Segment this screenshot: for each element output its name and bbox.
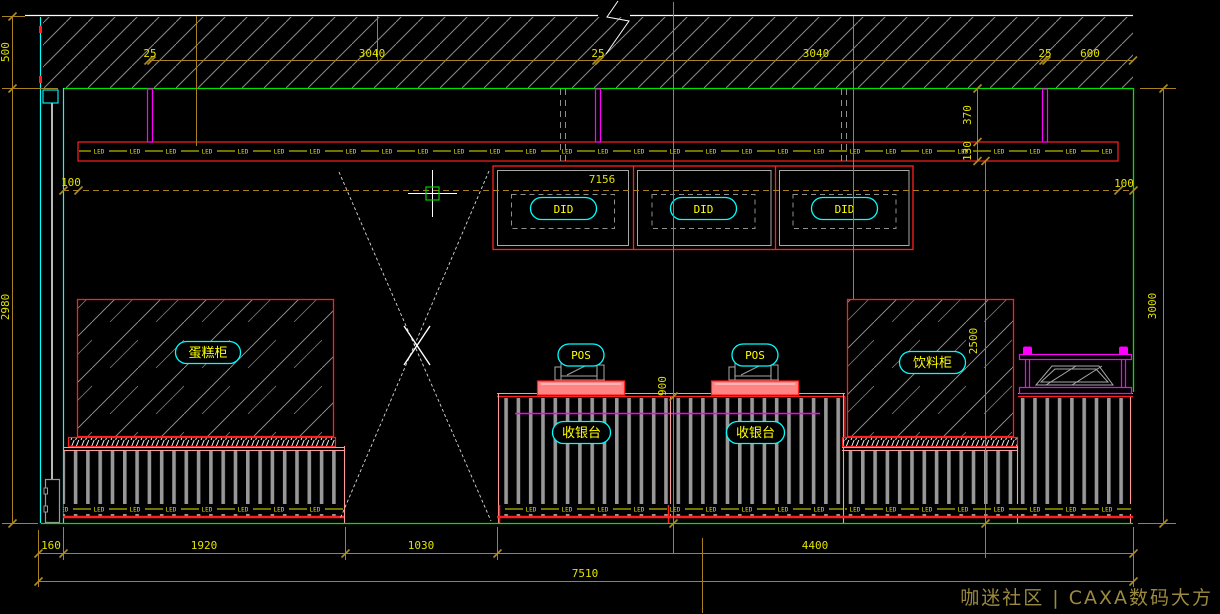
glass-display-case[interactable] bbox=[1020, 347, 1132, 394]
passage-cross-brace[interactable] bbox=[339, 171, 491, 521]
left-wall[interactable] bbox=[39, 17, 64, 523]
did-signage[interactable]: DID DID DID 7156 bbox=[493, 166, 913, 250]
dim-top-2: 25 bbox=[591, 47, 604, 60]
dim-case-height: 2500 bbox=[967, 328, 980, 355]
watermark: 咖迷社区 | CAXA数码大方 bbox=[960, 587, 1213, 609]
pos-station[interactable]: POS bbox=[712, 344, 799, 395]
pos-pedestal bbox=[712, 381, 799, 395]
pos-pedestal bbox=[538, 381, 625, 395]
counter-top-hatch bbox=[843, 438, 1018, 447]
dim-drop: 370 bbox=[961, 105, 974, 125]
dim-offset-left: 100 bbox=[61, 176, 81, 189]
did-label: DID bbox=[554, 203, 574, 216]
pos-label: POS bbox=[745, 349, 765, 362]
cashier-label: 收银台 bbox=[736, 426, 775, 441]
pos-station[interactable]: POS bbox=[538, 344, 625, 395]
elevation-drawing: LED LED bbox=[0, 0, 1220, 614]
hanger-post bbox=[596, 89, 601, 142]
cake-cabinet[interactable]: 蛋糕柜 bbox=[63, 300, 345, 524]
drink-cabinet[interactable]: 饮料柜 bbox=[842, 300, 1018, 524]
dim-top-0: 25 bbox=[143, 47, 156, 60]
dim-top-1: 3040 bbox=[359, 47, 386, 60]
dim-bottom[interactable]: 160 1920 1030 4400 7510 bbox=[35, 539, 1138, 586]
cad-canvas[interactable]: LED LED bbox=[0, 0, 1220, 614]
cake-cabinet-label: 蛋糕柜 bbox=[188, 346, 227, 361]
dim-bottom-3: 4400 bbox=[802, 539, 829, 552]
tray-sketch bbox=[1036, 366, 1113, 385]
did-label: DID bbox=[694, 203, 714, 216]
display-case-counter[interactable] bbox=[1018, 347, 1133, 524]
dim-slab-height: 500 bbox=[0, 42, 12, 62]
counter-slats bbox=[1019, 398, 1131, 516]
hanger-post bbox=[148, 89, 153, 142]
cashier-counter[interactable]: POS POS 收银台 收银台 bbox=[497, 344, 845, 523]
did-label: DID bbox=[835, 203, 855, 216]
counter-top-hatch bbox=[69, 438, 336, 447]
drink-cabinet-label: 饮料柜 bbox=[913, 356, 952, 371]
dim-offset-right: 100 bbox=[1114, 177, 1134, 190]
cashier-label: 收银台 bbox=[562, 426, 601, 441]
crosshair-cursor bbox=[408, 170, 457, 217]
dim-band: 130 bbox=[961, 141, 974, 161]
pos-label: POS bbox=[571, 349, 591, 362]
dim-wall-height: 2980 bbox=[0, 294, 12, 321]
dim-bottom-0: 160 bbox=[41, 539, 61, 552]
dim-bottom-1: 1920 bbox=[191, 539, 218, 552]
dim-middle-width: 7156 bbox=[589, 173, 616, 186]
dim-counter-height: 900 bbox=[656, 376, 669, 396]
dim-bottom-2: 1030 bbox=[408, 539, 435, 552]
hanger-post bbox=[1043, 89, 1048, 142]
dim-top-5: 600 bbox=[1080, 47, 1100, 60]
dim-top-3: 3040 bbox=[803, 47, 830, 60]
dim-total-height: 3000 bbox=[1146, 293, 1159, 320]
dim-top-4: 25 bbox=[1038, 47, 1051, 60]
dim-bottom-total: 7510 bbox=[572, 567, 599, 580]
wall-base-profile bbox=[46, 480, 60, 523]
